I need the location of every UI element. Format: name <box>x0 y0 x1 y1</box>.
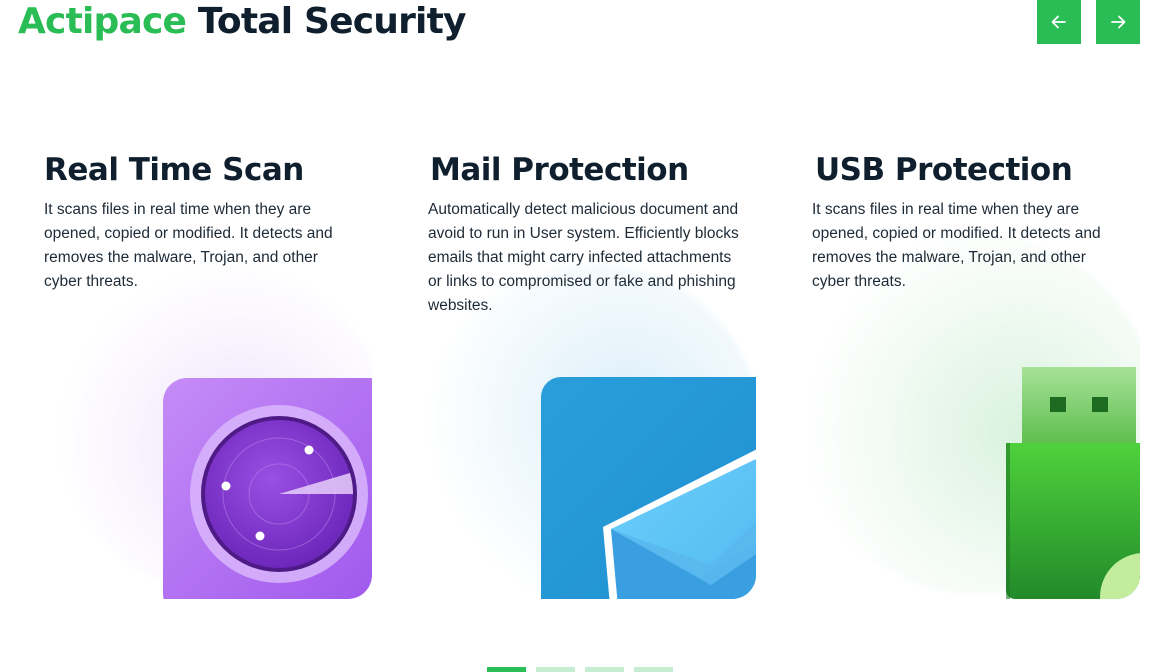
feature-card-real-time-scan: Real Time Scan It scans files in real ti… <box>18 114 372 599</box>
card-title: Real Time Scan <box>44 152 304 188</box>
page-title: Actipace Total Security <box>18 0 466 44</box>
radar-icon <box>163 378 372 599</box>
arrow-right-icon <box>1111 15 1126 29</box>
pagination-dot-2[interactable] <box>536 667 575 672</box>
card-description: It scans files in real time when they ar… <box>812 201 1101 290</box>
pagination-dot-1[interactable] <box>487 667 526 672</box>
feature-card-usb-protection: USB Protection It scans files in real ti… <box>786 114 1140 599</box>
card-title: USB Protection <box>815 152 1073 188</box>
arrow-left-icon <box>1051 15 1066 29</box>
pagination-dot-3[interactable] <box>585 667 624 672</box>
product-name: Total Security <box>197 1 467 42</box>
brand-name: Actipace <box>18 1 187 42</box>
next-slide-button[interactable] <box>1096 0 1140 44</box>
envelope-icon <box>541 377 756 599</box>
card-description: Automatically detect malicious document … <box>428 201 739 314</box>
pagination-dot-4[interactable] <box>634 667 673 672</box>
previous-slide-button[interactable] <box>1037 0 1081 44</box>
feature-card-mail-protection: Mail Protection Automatically detect mal… <box>402 114 756 599</box>
pagination <box>487 667 673 672</box>
usb-drive-icon <box>1006 367 1140 599</box>
card-title: Mail Protection <box>430 152 689 188</box>
card-description: It scans files in real time when they ar… <box>44 201 333 290</box>
